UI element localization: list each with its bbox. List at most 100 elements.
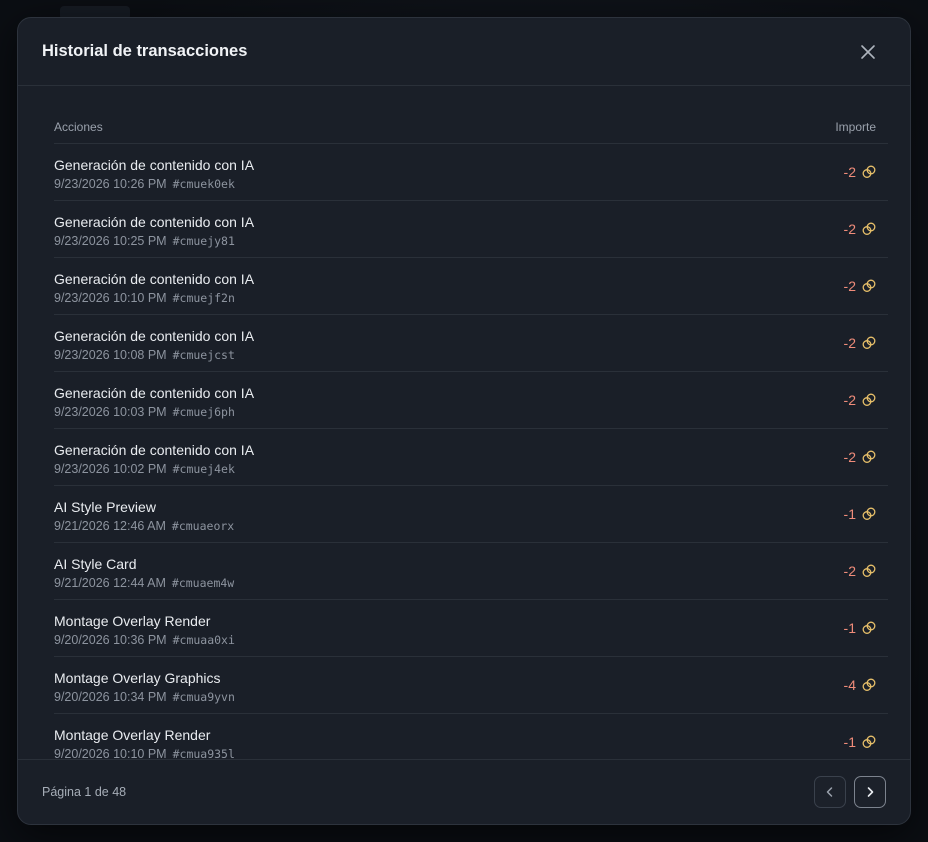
coins-icon [862,222,876,236]
transaction-amount: -2 [844,335,876,351]
previous-page-button[interactable] [814,776,846,808]
transaction-amount: -2 [844,449,876,465]
chevron-left-icon [826,787,833,797]
column-header-actions: Acciones [54,120,103,134]
transaction-datetime: 9/20/2026 10:34 PM [54,690,167,704]
transaction-meta: 9/21/2026 12:46 AM #cmuaeorx [54,519,234,533]
close-icon [861,45,875,59]
amount-value: -2 [843,221,856,237]
transaction-id: #cmua9yvn [172,690,235,704]
pagination-info: Página 1 de 48 [42,785,127,799]
coins-icon [862,393,876,407]
table-row[interactable]: Generación de contenido con IA 9/23/2026 … [54,258,888,315]
amount-value: -2 [843,278,856,294]
table-row[interactable]: Generación de contenido con IA 9/23/2026 … [54,315,888,372]
transaction-meta: 9/20/2026 10:36 PM #cmuaa0xi [54,633,235,647]
amount-value: -2 [843,563,856,579]
transaction-meta: 9/23/2026 10:03 PM #cmuej6ph [54,405,235,419]
amount-value: -1 [843,620,856,636]
modal-footer: Página 1 de 48 [18,759,910,824]
transaction-datetime: 9/20/2026 10:36 PM [54,633,167,647]
amount-value: -2 [843,164,856,180]
table-row[interactable]: Montage Overlay Graphics 9/20/2026 10:34 … [54,657,888,714]
transaction-id: #cmuej6ph [172,405,235,419]
transaction-title: Generación de contenido con IA [54,271,255,287]
transaction-id: #cmuaeorx [171,519,235,533]
column-header-amount: Importe [835,120,876,134]
transaction-datetime: 9/23/2026 10:03 PM [54,405,167,419]
amount-value: -1 [843,506,856,522]
transaction-id: #cmuek0ek [172,177,235,191]
transaction-title: Generación de contenido con IA [54,157,255,173]
table-row[interactable]: Montage Overlay Render 9/20/2026 10:36 PM… [54,600,888,657]
transaction-datetime: 9/21/2026 12:44 AM [54,576,166,590]
transaction-title: Montage Overlay Render [54,613,211,629]
transaction-amount: -2 [844,278,876,294]
transaction-title: Generación de contenido con IA [54,328,255,344]
transaction-datetime: 9/23/2026 10:08 PM [54,348,167,362]
coins-icon [862,165,876,179]
transaction-amount: -4 [844,677,876,693]
modal-title: Historial de transacciones [42,42,248,60]
transaction-meta: 9/23/2026 10:08 PM #cmuejcst [54,348,235,362]
transaction-amount: -2 [844,221,876,237]
table-row[interactable]: Generación de contenido con IA 9/23/2026 … [54,201,888,258]
transaction-meta: 9/23/2026 10:02 PM #cmuej4ek [54,462,235,476]
amount-value: -2 [843,449,856,465]
table-row[interactable]: Montage Overlay Render 9/20/2026 10:10 PM… [54,714,888,760]
transaction-meta: 9/23/2026 10:10 PM #cmuejf2n [54,291,235,305]
amount-value: -2 [843,335,856,351]
transaction-title: Generación de contenido con IA [54,442,255,458]
transaction-datetime: 9/23/2026 10:10 PM [54,291,167,305]
transaction-id: #cmuejf2n [172,291,235,305]
table-row[interactable]: Generación de contenido con IA 9/23/2026 … [54,429,888,486]
transaction-amount: -2 [844,164,876,180]
amount-value: -4 [843,677,856,693]
chevron-right-icon [867,787,874,797]
coins-icon [862,678,876,692]
transaction-title: AI Style Card [54,556,137,572]
coins-icon [862,564,876,578]
transaction-title: AI Style Preview [54,499,156,515]
table-row[interactable]: Generación de contenido con IA 9/23/2026 … [54,372,888,429]
transaction-datetime: 9/23/2026 10:02 PM [54,462,167,476]
coins-icon [862,450,876,464]
coins-icon [862,336,876,350]
modal-header: Historial de transacciones [18,18,910,86]
transaction-id: #cmuaem4w [171,576,235,590]
transaction-list[interactable]: Generación de contenido con IA 9/23/2026 … [54,144,888,760]
amount-value: -2 [843,392,856,408]
table-row[interactable]: AI Style Preview 9/21/2026 12:46 AM #cmuae… [54,486,888,543]
coins-icon [862,507,876,521]
next-page-button[interactable] [854,776,886,808]
transaction-id: #cmuejy81 [172,234,235,248]
coins-icon [862,621,876,635]
transaction-meta: 9/21/2026 12:44 AM #cmuaem4w [54,576,234,590]
transaction-title: Montage Overlay Graphics [54,670,221,686]
coins-icon [862,735,876,749]
transaction-meta: 9/23/2026 10:25 PM #cmuejy81 [54,234,235,248]
transaction-amount: -2 [844,392,876,408]
transaction-id: #cmuaa0xi [172,633,235,647]
transaction-meta: 9/23/2026 10:26 PM #cmuek0ek [54,177,235,191]
transaction-title: Generación de contenido con IA [54,385,255,401]
close-button[interactable] [858,42,878,62]
transaction-datetime: 9/21/2026 12:46 AM [54,519,166,533]
amount-value: -1 [843,734,856,750]
table-row[interactable]: AI Style Card 9/21/2026 12:44 AM #cmuaem4w… [54,543,888,600]
table-header: Acciones Importe [54,118,888,144]
transaction-id: #cmuejcst [172,348,235,362]
transaction-meta: 9/20/2026 10:34 PM #cmua9yvn [54,690,235,704]
coins-icon [862,279,876,293]
transaction-datetime: 9/23/2026 10:26 PM [54,177,167,191]
transaction-amount: -1 [844,620,876,636]
transaction-amount: -2 [844,563,876,579]
transaction-id: #cmuej4ek [172,462,235,476]
transaction-title: Montage Overlay Render [54,727,211,743]
transaction-title: Generación de contenido con IA [54,214,255,230]
transaction-amount: -1 [844,734,876,750]
transaction-history-modal: Historial de transacciones Acciones Impo… [17,17,911,825]
transaction-datetime: 9/23/2026 10:25 PM [54,234,167,248]
table-row[interactable]: Generación de contenido con IA 9/23/2026 … [54,144,888,201]
transaction-amount: -1 [844,506,876,522]
